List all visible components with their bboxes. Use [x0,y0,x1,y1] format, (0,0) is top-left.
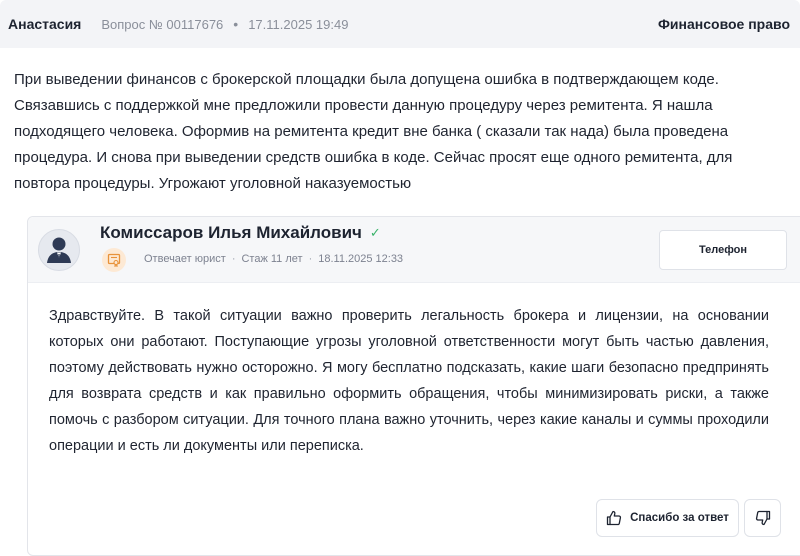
lawyer-role: Отвечает юрист [144,253,226,265]
lawyer-avatar[interactable] [38,229,80,271]
question-category[interactable]: Финансовое право [658,16,790,32]
question-author[interactable]: Анастасия [8,16,81,32]
certificate-icon [107,253,121,267]
check-icon: ✓ [369,225,381,240]
question-text: При выведении финансов с брокерской площ… [14,71,733,192]
thumbs-down-icon [755,510,770,526]
answer-card: Комиссаров Илья Михайлович ✓ Отвечает юр… [27,216,800,556]
question-datetime: 17.11.2025 19:49 [248,16,349,32]
lawyer-name-text: Комиссаров Илья Михайлович [100,223,362,242]
lawyer-badge-icon [102,248,126,272]
thanks-button[interactable]: Спасибо за ответ [596,499,739,537]
answer-header: Комиссаров Илья Михайлович ✓ Отвечает юр… [28,217,800,283]
lawyer-meta: Отвечает юрист · Стаж 11 лет · 18.11.202… [144,253,403,265]
meta-separator: · [231,253,236,265]
phone-button[interactable]: Телефон [659,230,787,270]
dislike-button[interactable] [744,499,781,537]
lawyer-name[interactable]: Комиссаров Илья Михайлович ✓ [100,223,381,243]
user-icon [47,237,71,263]
question-header: Анастасия Вопрос № 00117676 • 17.11.2025… [0,0,800,48]
answer-text: Здравствуйте. В такой ситуации важно про… [49,308,769,454]
meta-separator: · [308,253,313,265]
question-number: Вопрос № 00117676 [101,16,224,32]
thumbs-up-icon [606,510,622,526]
lawyer-experience: Стаж 11 лет [241,253,303,265]
thanks-button-label: Спасибо за ответ [630,512,729,524]
question-meta: Вопрос № 00117676 • 17.11.2025 19:49 [101,16,348,32]
answer-datetime: 18.11.2025 12:33 [318,253,404,265]
meta-separator: • [233,16,239,32]
